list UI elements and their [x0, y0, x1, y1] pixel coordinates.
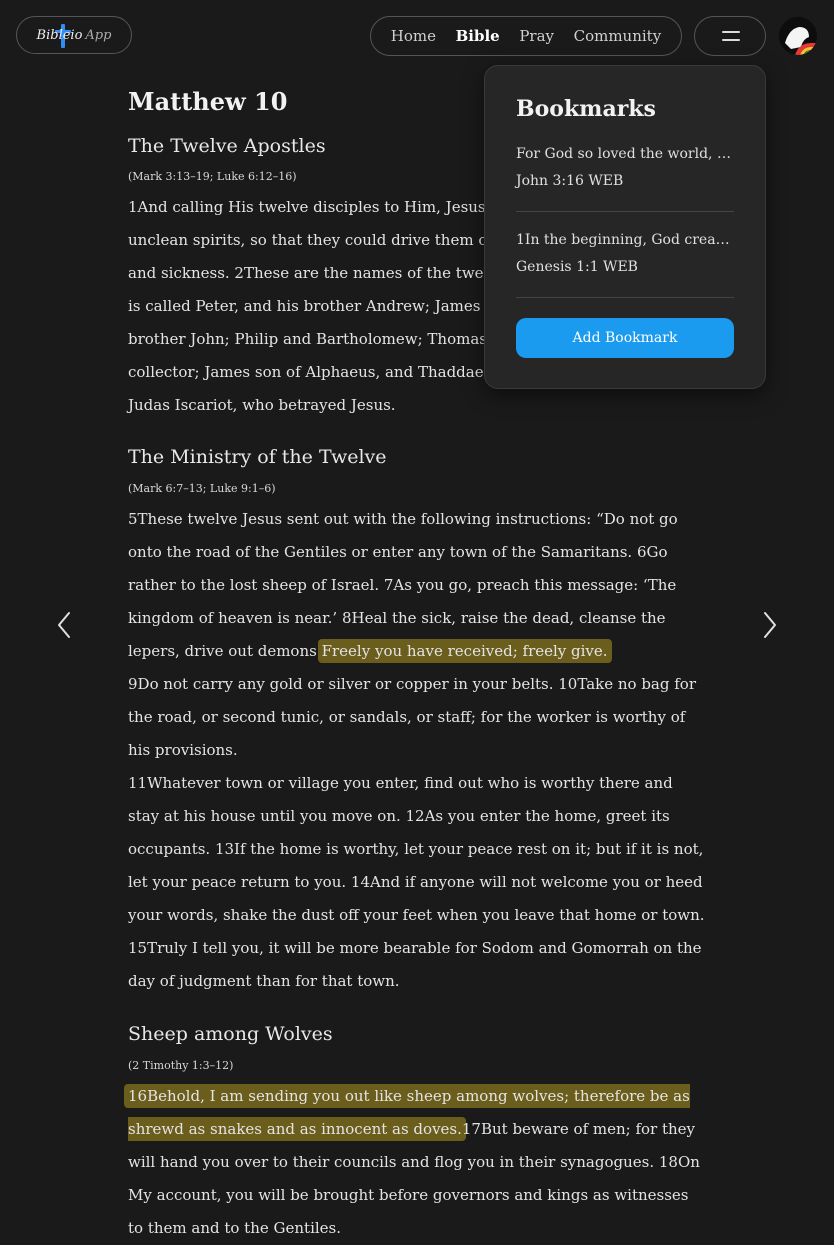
highlighted-verse[interactable]: Freely you have received; freely give.	[317, 639, 612, 663]
previous-chapter-button[interactable]	[50, 610, 80, 640]
avatar-image	[779, 17, 817, 55]
nav-home[interactable]: Home	[391, 27, 436, 45]
next-chapter-button[interactable]	[754, 610, 784, 640]
main-nav: Home Bible Pray Community	[370, 16, 682, 56]
section-heading: Sheep among Wolves	[128, 1023, 333, 1045]
bookmark-text: 1In the beginning, God created the heave…	[516, 232, 734, 248]
bookmarks-popover: Bookmarks For God so loved the world, th…	[484, 65, 766, 389]
bookmark-reference: Genesis 1:1 WEB	[516, 259, 638, 275]
top-bar: Bibleio App Home Bible Pray Community	[0, 0, 834, 72]
divider	[516, 211, 734, 212]
verse-text[interactable]: 9Do not carry any gold or silver or copp…	[128, 668, 708, 767]
nav-community[interactable]: Community	[574, 27, 662, 45]
bookmarks-title: Bookmarks	[516, 96, 656, 122]
verse-text[interactable]: 5These twelve Jesus sent out with the fo…	[128, 510, 678, 660]
nav-bible[interactable]: Bible	[456, 27, 500, 45]
cross-reference[interactable]: (Mark 6:7–13; Luke 9:1–6)	[128, 479, 708, 499]
verse-text[interactable]: 11Whatever town or village you enter, fi…	[128, 767, 708, 998]
menu-button[interactable]	[694, 16, 766, 56]
menu-icon-line	[722, 39, 740, 41]
app-logo[interactable]: Bibleio App	[16, 16, 132, 54]
bookmark-text: For God so loved the world, that he gave…	[516, 146, 734, 162]
verse-paragraph: 16Behold, I am sending you out like shee…	[124, 1080, 708, 1245]
avatar[interactable]	[779, 17, 817, 55]
chevron-right-icon	[764, 612, 776, 638]
logo-name: Bibleio	[36, 27, 83, 43]
logo-suffix: App	[85, 27, 112, 43]
nav-pray[interactable]: Pray	[519, 27, 554, 45]
verse-paragraph: 5These twelve Jesus sent out with the fo…	[128, 503, 708, 668]
divider	[516, 297, 734, 298]
bookmark-item[interactable]: 1In the beginning, God created the heave…	[516, 227, 734, 281]
bookmark-reference: John 3:16 WEB	[516, 173, 624, 189]
add-bookmark-button[interactable]: Add Bookmark	[516, 318, 734, 358]
cross-reference[interactable]: (2 Timothy 1:3–12)	[128, 1056, 708, 1076]
chevron-left-icon	[58, 612, 70, 638]
logo-wordmark: Bibleio App	[37, 28, 112, 43]
section-heading: The Ministry of the Twelve	[128, 446, 387, 468]
bookmark-item[interactable]: For God so loved the world, that he gave…	[516, 141, 734, 195]
menu-icon	[722, 31, 740, 33]
